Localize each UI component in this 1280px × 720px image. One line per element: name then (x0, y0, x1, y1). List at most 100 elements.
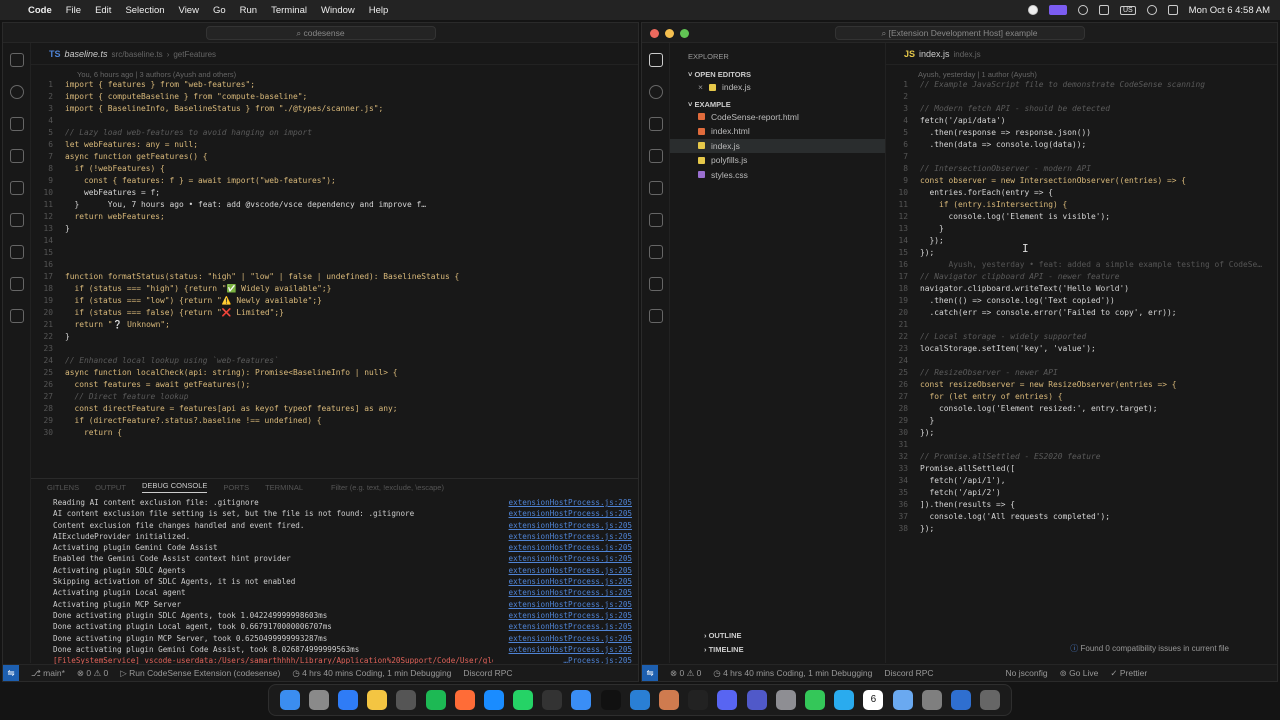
code-line[interactable]: 36]).then(results => { (886, 499, 1276, 511)
testing-icon[interactable] (648, 277, 663, 291)
messages-icon[interactable] (804, 690, 825, 710)
log-source-link[interactable]: extensionHostProcess.js:205 (509, 542, 632, 553)
tab-baseline-ts[interactable]: TS baseline.ts src/baseline.ts › getFeatures (31, 43, 226, 65)
run-debug-icon[interactable] (648, 149, 663, 163)
branch-indicator[interactable]: ⎇ main* (31, 668, 65, 679)
code-line[interactable]: 15}); (886, 247, 1276, 259)
menu-run[interactable]: Run (240, 5, 257, 16)
code-line[interactable]: 7 (886, 151, 1276, 163)
docker-icon[interactable] (9, 309, 24, 323)
remote-explorer-icon[interactable] (9, 245, 24, 259)
discord-rpc[interactable]: Discord RPC (463, 668, 512, 678)
claude-icon[interactable] (659, 690, 680, 710)
log-source-link[interactable]: extensionHostProcess.js:205 (509, 610, 632, 621)
code-line[interactable]: 20 .catch(err => console.error('Failed t… (886, 307, 1276, 319)
code-line[interactable]: 7 async function getFeatures() { (31, 151, 638, 163)
problems-indicator[interactable]: ⊗ 0 ⚠ 0 (670, 668, 701, 679)
code-line[interactable]: 27 // Direct feature lookup (31, 391, 638, 403)
code-line[interactable]: 30 return { (31, 427, 638, 439)
extensions-icon[interactable] (648, 181, 663, 195)
tab-terminal[interactable]: TERMINAL (265, 483, 303, 492)
code-line[interactable]: 12 return webFeatures; (31, 211, 638, 223)
code-line[interactable]: 17 function formatStatus(status: "high" |… (31, 271, 638, 283)
launchpad-icon[interactable] (308, 690, 329, 710)
close-window-icon[interactable] (650, 29, 659, 38)
log-source-link[interactable]: extensionHostProcess.js:205 (509, 520, 632, 531)
code-line[interactable]: 8 if (!webFeatures) { (31, 163, 638, 175)
wakatime-status[interactable]: ◷ 4 hrs 40 mins Coding, 1 min Debugging (292, 668, 451, 679)
code-line[interactable]: 10 entries.forEach(entry => { (886, 187, 1276, 199)
wifi-icon[interactable] (1077, 5, 1088, 15)
discord-rpc[interactable]: Discord RPC (884, 668, 933, 678)
log-source-link[interactable]: extensionHostProcess.js:205 (509, 497, 632, 508)
menu-terminal[interactable]: Terminal (271, 5, 307, 16)
code-line[interactable]: 21 (886, 319, 1276, 331)
code-line[interactable]: 8 // IntersectionObserver - modern API (886, 163, 1276, 175)
code-line[interactable]: 23 localStorage.setItem('key', 'value'); (886, 343, 1276, 355)
dev-icon[interactable] (542, 690, 563, 710)
code-line[interactable]: 3 import { BaselineInfo, BaselineStatus }… (31, 103, 638, 115)
code-line[interactable]: 18 navigator.clipboard.writeText('Hello W… (886, 283, 1276, 295)
discord-icon[interactable] (717, 690, 738, 710)
menu-help[interactable]: Help (369, 5, 389, 16)
run-debug-icon[interactable] (9, 149, 24, 163)
code-line[interactable]: 31 (886, 439, 1276, 451)
log-source-link[interactable]: extensionHostProcess.js:205 (509, 587, 632, 598)
gitlens-icon[interactable] (648, 213, 663, 227)
jsconfig-status[interactable]: No jsconfig (1006, 668, 1048, 678)
code-line[interactable]: 15 (31, 247, 638, 259)
file-item[interactable]: CodeSense-report.html (670, 110, 885, 125)
code-line[interactable]: 14 (31, 235, 638, 247)
menubar-clock[interactable]: Mon Oct 6 4:58 AM (1189, 5, 1270, 16)
app-menu[interactable]: Code (28, 5, 52, 16)
code-line[interactable]: 1 // Example JavaScript file to demonstra… (886, 79, 1276, 91)
code-line[interactable]: 34 fetch('/api/1'), (886, 475, 1276, 487)
code-line[interactable]: 25 async function localCheck(api: string)… (31, 367, 638, 379)
file-item[interactable]: polyfills.js (670, 153, 885, 168)
code-line[interactable]: 13 } (886, 223, 1276, 235)
minimize-window-icon[interactable] (665, 29, 674, 38)
calculator-icon[interactable] (396, 690, 417, 710)
spotify-icon[interactable] (425, 690, 446, 710)
vscode-icon[interactable] (629, 690, 650, 710)
code-line[interactable]: 24 (886, 355, 1276, 367)
code-line[interactable]: 30}); (886, 427, 1276, 439)
code-line[interactable]: 26 const features = await getFeatures(); (31, 379, 638, 391)
code-line[interactable]: 9 const observer = new IntersectionObserv… (886, 175, 1276, 187)
search-icon[interactable] (1146, 5, 1157, 15)
search-icon[interactable] (648, 85, 663, 99)
code-line[interactable]: 25 // ResizeObserver - newer API (886, 367, 1276, 379)
code-editor[interactable]: 1 import { features } from "web-features"… (31, 79, 638, 475)
code-line[interactable]: 19 if (status === "low") {return "⚠️ New… (31, 295, 638, 307)
extensions-icon[interactable] (9, 181, 24, 195)
zoom-window-icon[interactable] (680, 29, 689, 38)
remote-icon[interactable]: ⇋ (642, 664, 658, 681)
code-line[interactable]: 20 if (status === false) {return "❌ Limi… (31, 307, 638, 319)
prettier-status[interactable]: ✓ Prettier (1110, 668, 1147, 679)
code-line[interactable]: 9 const { features: f } = await import("… (31, 175, 638, 187)
source-control-icon[interactable] (9, 117, 24, 131)
code-line[interactable]: 38}); (886, 523, 1276, 535)
safari-icon[interactable] (483, 690, 504, 710)
close-icon[interactable]: × (698, 82, 703, 92)
code-line[interactable]: 13} (31, 223, 638, 235)
code-line[interactable]: 28 console.log('Element resized:', entry… (886, 403, 1276, 415)
code-line[interactable]: 22} (31, 331, 638, 343)
mail-icon[interactable] (571, 690, 592, 710)
menu-edit[interactable]: Edit (95, 5, 111, 16)
code-line[interactable]: 33 Promise.allSettled([ (886, 463, 1276, 475)
code-line[interactable]: 37 console.log('All requests completed')… (886, 511, 1276, 523)
open-editors-section[interactable]: ˅ OPEN EDITORS (670, 65, 885, 80)
code-line[interactable]: 4 fetch('/api/data') (886, 115, 1276, 127)
remote-icon[interactable]: ⇋ (3, 664, 19, 681)
menu-window[interactable]: Window (321, 5, 355, 16)
log-source-link[interactable]: extensionHostProcess.js:205 (509, 576, 632, 587)
code-line[interactable]: 11 } You, 7 hours ago • feat: add @vscod… (31, 199, 638, 211)
code-line[interactable]: 4 (31, 115, 638, 127)
code-line[interactable]: 10 webFeatures = f; (31, 187, 638, 199)
command-center[interactable]: ⌕ codesense (205, 26, 436, 40)
timeline-section[interactable]: › TIMELINE (670, 645, 885, 659)
testing-icon[interactable] (9, 277, 24, 291)
code-line[interactable]: 17 // Navigator clipboard API - newer fea… (886, 271, 1276, 283)
code-line[interactable]: 1 import { features } from "web-features"… (31, 79, 638, 91)
